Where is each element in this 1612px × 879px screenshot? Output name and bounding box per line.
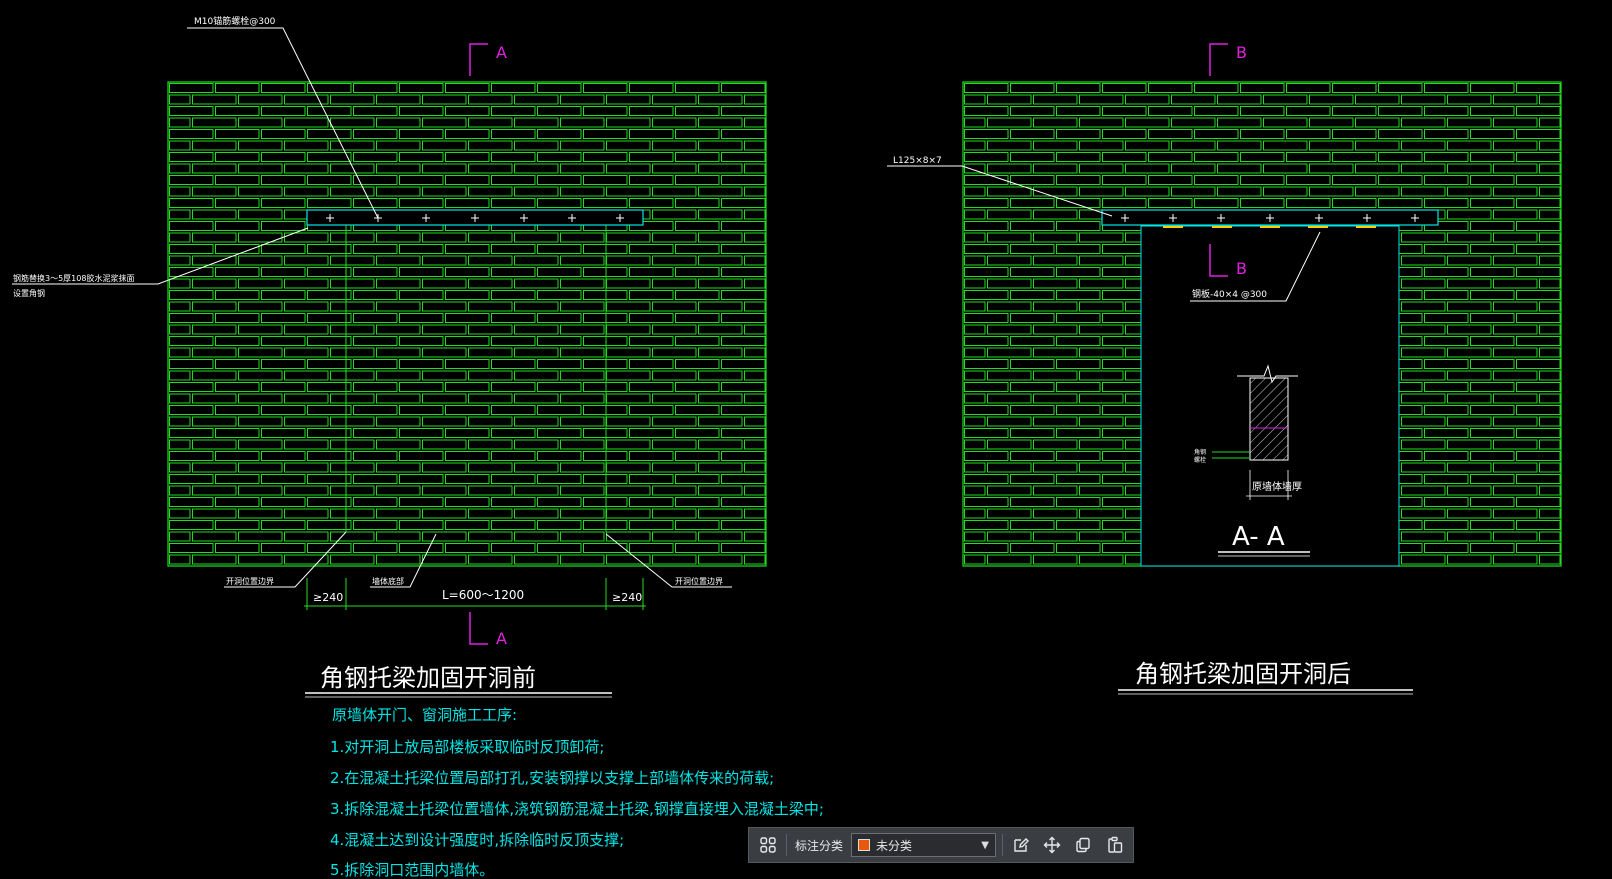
- section-a-bottom-label: A: [496, 629, 507, 648]
- label-wall: 原墙体墙厚: [1252, 480, 1302, 493]
- category-label: 标注分类: [795, 838, 844, 853]
- note-item: 4.混凝土达到设计强度时,拆除临时反顶支撑;: [330, 831, 624, 849]
- note-item: 3.拆除混凝土托梁位置墙体,浇筑钢筋混凝土托梁,钢撑直接埋入混凝土梁中;: [330, 800, 824, 818]
- label-angle: L125×8×7: [893, 156, 942, 166]
- label-bottom-left: 开洞位置边界: [226, 576, 274, 586]
- section-b-mid-label: B: [1236, 259, 1247, 278]
- cad-drawing-canvas[interactable]: A A M10锚筋螺栓@300 钢筋替换3～5厚108胶水泥浆抹面 设置角钢 开…: [0, 0, 1612, 879]
- dim-left: ≥240: [313, 591, 343, 604]
- label-side-b: 螺栓: [1194, 456, 1206, 464]
- toolbar-divider: [786, 834, 787, 856]
- label-bolt: M10锚筋螺栓@300: [194, 15, 276, 27]
- move-icon[interactable]: [1040, 832, 1065, 858]
- section-title: A- A: [1232, 522, 1285, 552]
- label-bottom-right: 开洞位置边界: [675, 576, 723, 586]
- label-side-1: 钢筋替换3～5厚108胶水泥浆抹面: [13, 273, 134, 283]
- notes-heading: 原墙体开门、窗洞施工工序:: [332, 706, 517, 724]
- toolbar-divider: [1001, 834, 1003, 856]
- dim-right: ≥240: [612, 591, 642, 604]
- note-item: 5.拆除洞口范围内墙体。: [330, 861, 494, 879]
- annotation-toolbar: 标注分类 未分类 ▼: [748, 827, 1134, 863]
- grid-apps-icon[interactable]: [755, 832, 780, 858]
- note-item: 2.在混凝土托梁位置局部打孔,安装钢撑以支撑上部墙体传来的荷载;: [330, 769, 774, 787]
- copy-icon[interactable]: [1071, 832, 1096, 858]
- label-plate: 钢板-40×4 @300: [1192, 288, 1267, 300]
- chevron-down-icon: ▼: [981, 839, 989, 851]
- label-side-a: 角钢: [1194, 448, 1206, 456]
- right-drawing-title: 角钢托梁加固开洞后: [1135, 660, 1351, 688]
- category-select[interactable]: 未分类 ▼: [851, 833, 996, 857]
- category-color-swatch: [858, 839, 871, 851]
- label-bottom-mid: 墙体底部: [372, 576, 404, 586]
- category-selected-value: 未分类: [876, 838, 913, 853]
- label-side-2: 设置角钢: [13, 288, 45, 298]
- paste-icon[interactable]: [1102, 832, 1127, 858]
- left-drawing-title: 角钢托梁加固开洞前: [320, 664, 536, 692]
- note-item: 1.对开洞上放局部楼板采取临时反顶卸荷;: [330, 738, 604, 756]
- section-b-top-label: B: [1236, 43, 1247, 62]
- edit-icon[interactable]: [1009, 832, 1034, 858]
- section-a-top-label: A: [496, 43, 507, 62]
- dim-mid: L=600～1200: [442, 588, 524, 602]
